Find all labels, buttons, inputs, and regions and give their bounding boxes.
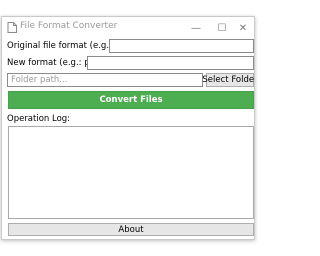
app-document-icon [7, 22, 17, 33]
operation-log-label: Operation Log: [7, 114, 71, 124]
close-icon: ✕ [238, 22, 248, 34]
operation-log-textarea[interactable] [8, 126, 254, 219]
minimize-icon: — [191, 22, 201, 34]
window-title: File Format Converter [20, 21, 118, 31]
maximize-icon: ☐ [217, 22, 227, 34]
original-format-input[interactable] [109, 39, 254, 53]
new-format-input[interactable] [87, 56, 254, 70]
close-button[interactable]: ✕ [230, 17, 254, 39]
convert-files-button[interactable]: Convert Files [8, 91, 254, 109]
app-window: File Format Converter — ☐ ✕ Original fil… [1, 16, 255, 240]
desktop: File Format Converter — ☐ ✕ Original fil… [0, 0, 256, 256]
title-bar[interactable]: File Format Converter — ☐ ✕ [2, 17, 254, 39]
folder-path-input[interactable]: Folder path... [7, 73, 203, 87]
select-folder-button[interactable]: Select Folder [202, 73, 254, 87]
minimize-button[interactable]: — [183, 17, 209, 39]
about-button[interactable]: About [8, 223, 254, 236]
